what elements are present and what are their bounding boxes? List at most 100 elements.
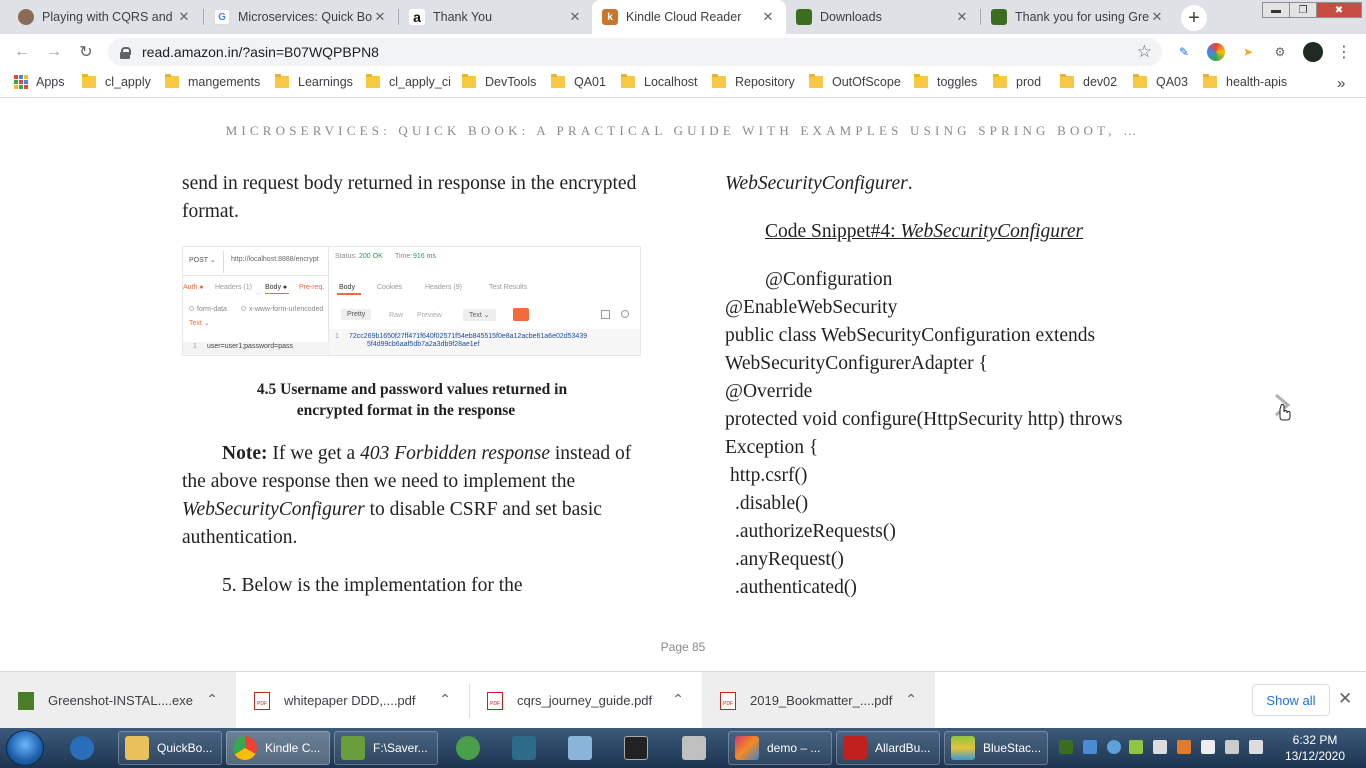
download-filename: 2019_Bookmatter_....pdf bbox=[750, 693, 893, 708]
reload-button[interactable]: ↻ bbox=[74, 40, 98, 64]
windows-taskbar: QuickBo... Kindle C... F:\Saver... demo … bbox=[0, 728, 1366, 768]
window-close-button[interactable]: ✖ bbox=[1316, 2, 1362, 18]
page-number: Page 85 bbox=[660, 640, 706, 654]
close-icon[interactable]: ✕ bbox=[1338, 689, 1352, 709]
tab-cqrs[interactable]: Playing with CQRS and E ✕ bbox=[8, 0, 202, 34]
tab-kindle-cloud-reader[interactable]: k Kindle Cloud Reader ✕ bbox=[592, 0, 786, 34]
taskbar-pinned-app[interactable] bbox=[562, 731, 602, 765]
tab-title: Thank you for using Gre bbox=[1015, 10, 1149, 24]
download-item[interactable]: 2019_Bookmatter_....pdf ⌃ bbox=[702, 672, 935, 729]
notepad-icon bbox=[341, 736, 365, 760]
taskbar-pinned-app[interactable] bbox=[506, 731, 546, 765]
download-item[interactable]: whitepaper DDD,....pdf ⌃ bbox=[236, 672, 469, 729]
folder-icon bbox=[1133, 74, 1147, 88]
close-icon[interactable]: ✕ bbox=[567, 9, 583, 25]
bookmark-folder[interactable]: dev02 bbox=[1060, 74, 1117, 89]
chevron-up-icon[interactable]: ⌃ bbox=[905, 691, 917, 708]
taskbar-pinned-app[interactable] bbox=[64, 731, 108, 765]
code-snippet-heading: Code Snippet#4: WebSecurityConfigurer bbox=[765, 218, 1205, 246]
show-all-button[interactable]: Show all bbox=[1252, 684, 1330, 716]
shield-icon[interactable] bbox=[1107, 740, 1121, 754]
taskbar-notepad[interactable]: F:\Saver... bbox=[334, 731, 438, 765]
bookmark-folder[interactable]: health-apis bbox=[1203, 74, 1287, 89]
bookmark-folder[interactable]: cl_apply bbox=[82, 74, 151, 89]
download-item[interactable]: Greenshot-INSTAL....exe ⌃ bbox=[0, 672, 236, 729]
bookmark-label: QA01 bbox=[574, 75, 606, 89]
taskbar-bluestacks[interactable]: BlueStac... bbox=[944, 731, 1048, 765]
bluestacks-tray-icon[interactable] bbox=[1129, 740, 1143, 754]
close-icon[interactable]: ✕ bbox=[372, 9, 388, 25]
bookmark-folder[interactable]: prod bbox=[993, 74, 1041, 89]
display-icon[interactable] bbox=[1225, 740, 1239, 754]
punctuation: . bbox=[907, 173, 913, 194]
tab-strip: Playing with CQRS and E ✕ G Microservice… bbox=[0, 0, 1366, 34]
close-icon[interactable]: ✕ bbox=[954, 9, 970, 25]
folder-icon bbox=[1060, 74, 1074, 88]
forward-button[interactable]: → bbox=[42, 40, 66, 64]
bookmark-folder[interactable]: DevTools bbox=[462, 74, 536, 89]
profile-avatar[interactable] bbox=[1303, 42, 1323, 62]
taskbar-intellij[interactable]: demo – ... bbox=[728, 731, 832, 765]
taskbar-pinned-app[interactable] bbox=[450, 731, 490, 765]
tab-greenshot-thanks[interactable]: Thank you for using Gre ✕ bbox=[981, 0, 1175, 34]
chevron-up-icon[interactable]: ⌃ bbox=[439, 691, 451, 708]
bookmark-folder[interactable]: mangements bbox=[165, 74, 260, 89]
taskbar-pdf-reader[interactable]: AllardBu... bbox=[836, 731, 940, 765]
volume-icon[interactable] bbox=[1177, 740, 1191, 754]
tab-downloads[interactable]: Downloads ✕ bbox=[786, 0, 980, 34]
bookmarks-overflow-button[interactable]: » bbox=[1337, 75, 1345, 92]
close-icon[interactable]: ✕ bbox=[1149, 9, 1165, 25]
chevron-up-icon[interactable]: ⌃ bbox=[206, 691, 218, 708]
download-item[interactable]: cqrs_journey_guide.pdf ⌃ bbox=[469, 672, 702, 729]
folder-icon bbox=[914, 74, 928, 88]
bookmark-folder[interactable]: QA01 bbox=[551, 74, 606, 89]
bookmark-folder[interactable]: QA03 bbox=[1133, 74, 1188, 89]
close-icon[interactable]: ✕ bbox=[176, 9, 192, 25]
intellij-icon bbox=[735, 736, 759, 760]
response-tab: Headers (9) bbox=[425, 284, 462, 291]
folder-icon bbox=[551, 74, 565, 88]
taskbar-explorer[interactable]: QuickBo... bbox=[118, 731, 222, 765]
network-icon[interactable] bbox=[1153, 740, 1167, 754]
taskbar-pinned-app[interactable] bbox=[676, 731, 716, 765]
start-button[interactable] bbox=[6, 730, 44, 766]
tab-microservices[interactable]: G Microservices: Quick Boo ✕ bbox=[204, 0, 398, 34]
greenshot-tray-icon[interactable] bbox=[1059, 740, 1073, 754]
extension-arrow-icon[interactable]: ➤ bbox=[1239, 43, 1257, 61]
eyedropper-icon[interactable]: ✎ bbox=[1175, 43, 1193, 61]
back-button[interactable]: ← bbox=[10, 40, 34, 64]
speaker-icon[interactable] bbox=[1249, 740, 1263, 754]
close-icon[interactable]: ✕ bbox=[760, 9, 776, 25]
taskbar-pinned-app[interactable] bbox=[618, 731, 658, 765]
bookmark-folder[interactable]: Repository bbox=[712, 74, 795, 89]
chevron-up-icon[interactable]: ⌃ bbox=[672, 691, 684, 708]
taskbar-label: AllardBu... bbox=[875, 741, 931, 755]
bookmark-folder[interactable]: Localhost bbox=[621, 74, 698, 89]
taskbar-chrome[interactable]: Kindle C... bbox=[226, 731, 330, 765]
bookmark-apps[interactable]: Apps bbox=[14, 75, 65, 89]
tab-thank-you[interactable]: a Thank You ✕ bbox=[399, 0, 593, 34]
maximize-button[interactable]: ❐ bbox=[1289, 2, 1317, 18]
book-title: MICROSERVICES: QUICK BOOK: A PRACTICAL G… bbox=[225, 123, 1141, 138]
taskbar-label: F:\Saver... bbox=[373, 741, 428, 755]
menu-icon[interactable]: ⋮ bbox=[1335, 43, 1353, 61]
bookmark-folder[interactable]: toggles bbox=[914, 74, 977, 89]
bookmark-folder[interactable]: OutOfScope bbox=[809, 74, 901, 89]
next-page-icon[interactable] bbox=[1270, 393, 1294, 423]
new-tab-button[interactable]: + bbox=[1181, 5, 1207, 31]
bookmarks-bar: Apps cl_apply mangements Learnings cl_ap… bbox=[0, 70, 1366, 98]
browser-toolbar: ← → ↻ read.amazon.in/?asin=B07WQPBPN8 ☆ … bbox=[0, 34, 1366, 70]
system-clock[interactable]: 6:32 PM 13/12/2020 bbox=[1274, 732, 1356, 764]
color-picker-extension-icon[interactable] bbox=[1207, 43, 1225, 61]
bookmark-folder[interactable]: cl_apply_ci bbox=[366, 74, 451, 89]
tray-app-icon[interactable] bbox=[1083, 740, 1097, 754]
address-bar[interactable]: read.amazon.in/?asin=B07WQPBPN8 ☆ bbox=[108, 38, 1162, 66]
time-label: Time: bbox=[395, 253, 413, 260]
puzzle-extensions-icon[interactable]: ⚙ bbox=[1271, 43, 1289, 61]
minimize-button[interactable]: ▬ bbox=[1262, 2, 1290, 18]
flag-icon[interactable] bbox=[1201, 740, 1215, 754]
bookmark-star-icon[interactable]: ☆ bbox=[1137, 42, 1152, 62]
pdf-file-icon bbox=[254, 691, 270, 710]
bookmark-folder[interactable]: Learnings bbox=[275, 74, 353, 89]
tab-title: Thank You bbox=[433, 10, 493, 24]
